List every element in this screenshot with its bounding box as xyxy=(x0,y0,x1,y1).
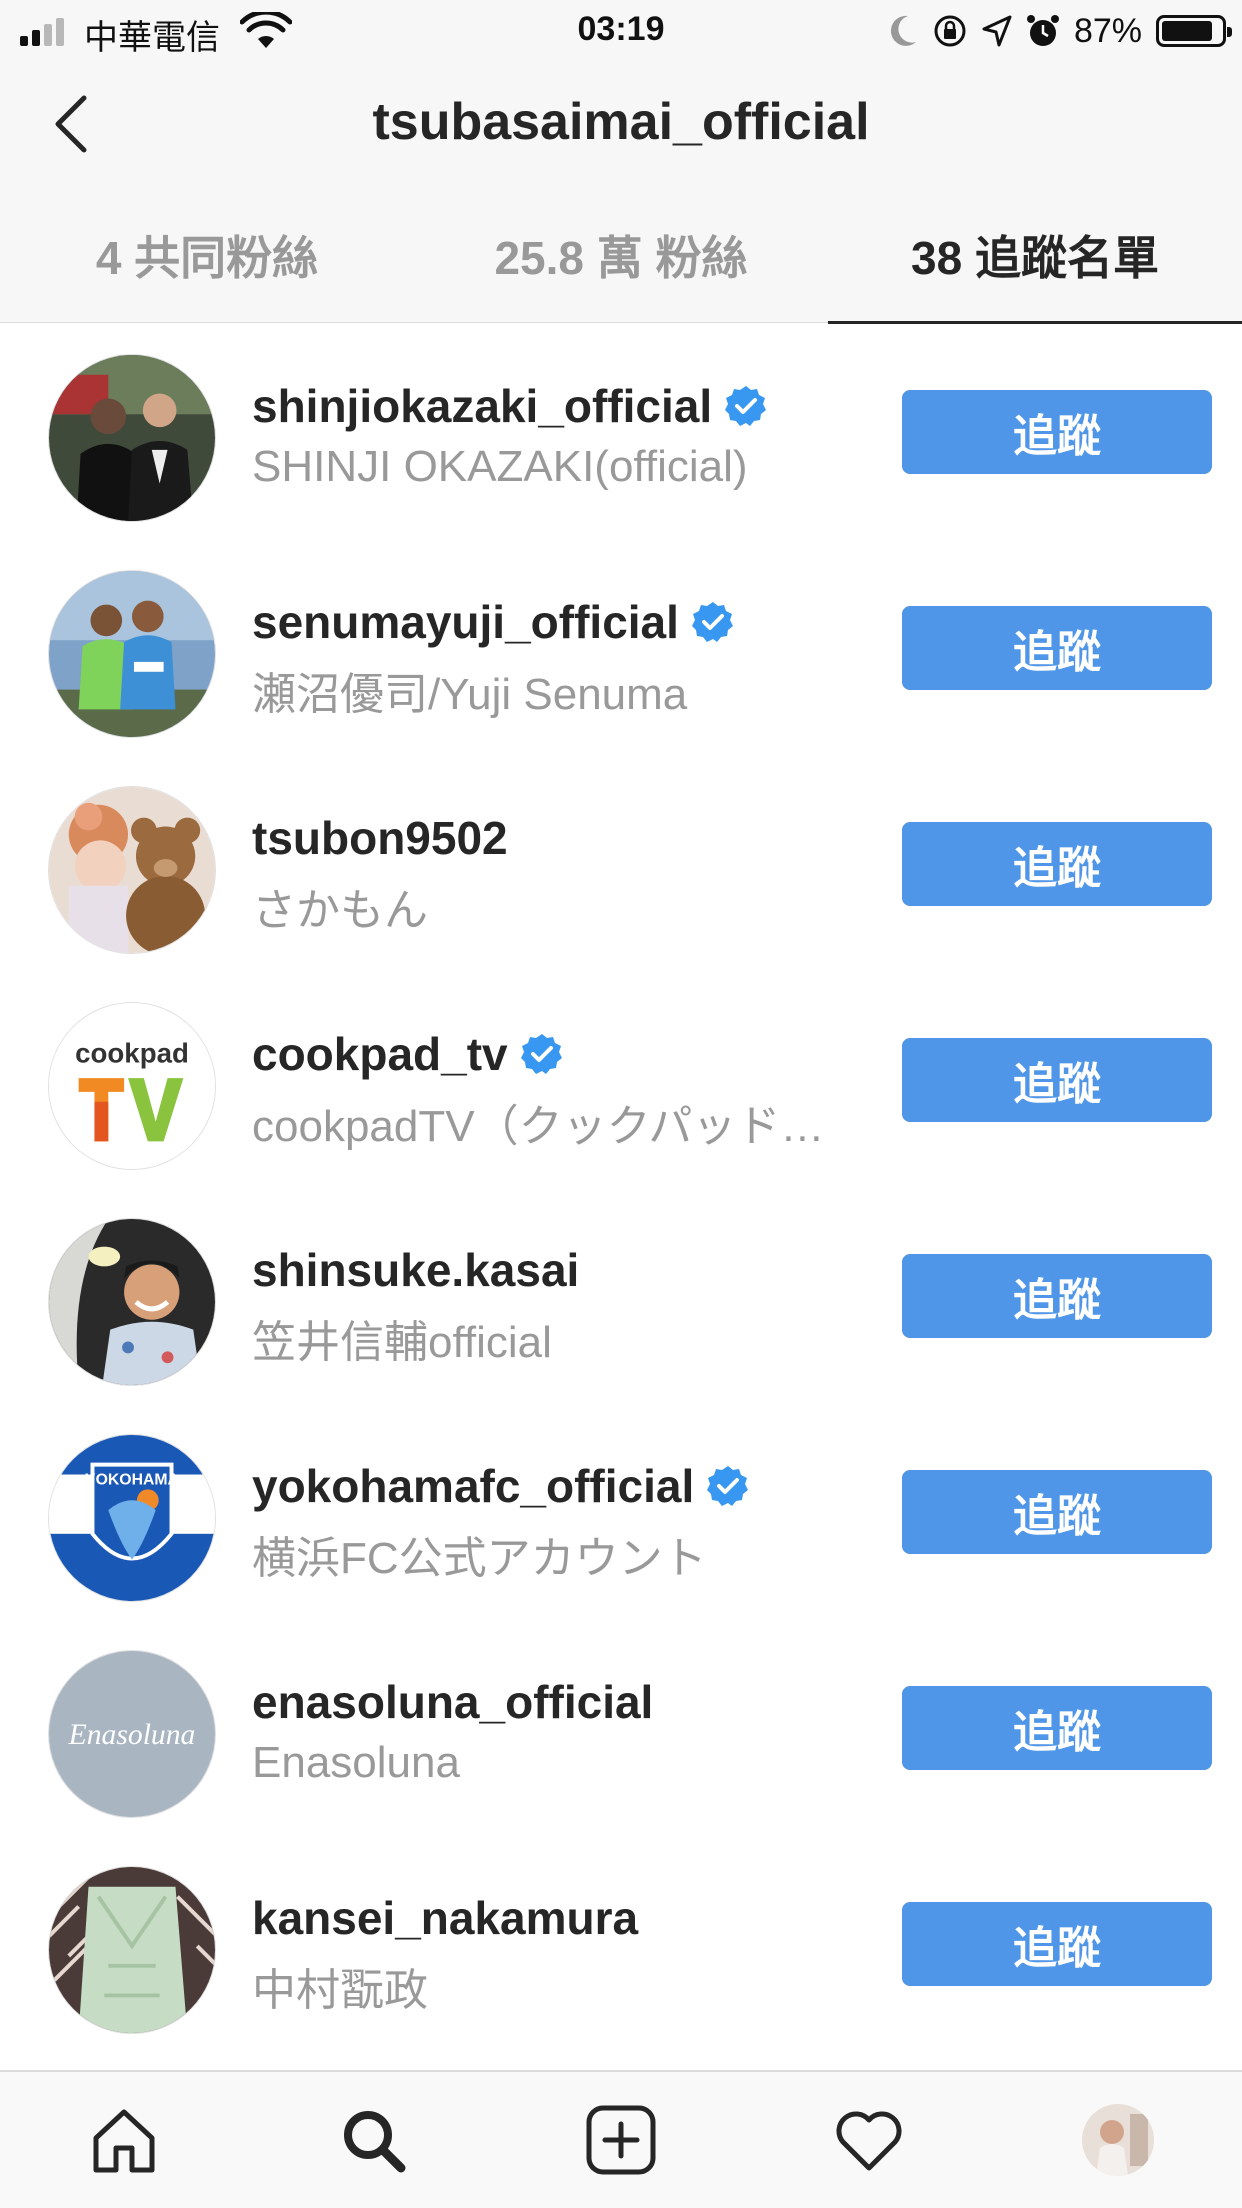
search-icon[interactable] xyxy=(337,2104,409,2176)
username-line: cookpad_tv xyxy=(252,1024,852,1084)
yokohama-logo-text: YOKOHAMA xyxy=(85,1471,179,1488)
user-info: yokohamafc_official 横浜FC公式アカウント xyxy=(252,1456,852,1586)
battery-percent: 87% xyxy=(1073,11,1142,50)
follow-button[interactable]: 追蹤 xyxy=(902,1038,1212,1122)
rotation-lock-icon xyxy=(934,15,966,47)
cookpad-logo-text: cookpad xyxy=(75,1037,189,1068)
app-screen: 中華電信 03:19 87% tsubasaimai_official 4 共同… xyxy=(0,0,1242,2208)
avatar[interactable] xyxy=(48,1866,216,2034)
follow-button[interactable]: 追蹤 xyxy=(902,1254,1212,1338)
follow-button[interactable]: 追蹤 xyxy=(902,390,1212,474)
display-name: さかもん xyxy=(252,886,428,935)
display-name: 横浜FC公式アカウント xyxy=(252,1534,707,1583)
tab-following[interactable]: 38 追蹤名單 xyxy=(828,187,1242,324)
follow-tabs: 4 共同粉絲 25.8 萬 粉絲 38 追蹤名單 xyxy=(0,187,1242,324)
avatar[interactable]: Enasoluna xyxy=(48,1650,216,1818)
bottom-tab-bar xyxy=(0,2070,1242,2208)
avatar[interactable] xyxy=(48,786,216,954)
list-item[interactable]: kansei_nakamura 中村翫政 追蹤 xyxy=(0,1836,1242,2052)
display-name: Enasoluna xyxy=(252,1738,460,1787)
tab-mutual-followers[interactable]: 4 共同粉絲 xyxy=(0,187,414,323)
list-item[interactable]: Enasoluna enasoluna_official Enasoluna 追… xyxy=(0,1620,1242,1836)
tab-followers[interactable]: 25.8 萬 粉絲 xyxy=(414,187,828,323)
display-name: SHINJI OKAZAKI(official) xyxy=(252,442,748,491)
avatar[interactable] xyxy=(48,354,216,522)
battery-level-fill xyxy=(1162,21,1213,41)
list-item[interactable]: shinjiokazaki_official SHINJI OKAZAKI(of… xyxy=(0,324,1242,540)
following-list: shinjiokazaki_official SHINJI OKAZAKI(of… xyxy=(0,324,1242,2052)
follow-button[interactable]: 追蹤 xyxy=(902,1686,1212,1770)
list-item[interactable]: senumayuji_official 瀬沼優司/Yuji Senuma 追蹤 xyxy=(0,540,1242,756)
tab-bar-home[interactable] xyxy=(0,2072,248,2208)
status-indicators: 87% xyxy=(888,8,1232,54)
heart-icon[interactable] xyxy=(833,2104,905,2176)
username[interactable]: shinjiokazaki_official xyxy=(252,379,712,433)
user-info: shinsuke.kasai 笠井信輔official xyxy=(252,1240,852,1370)
username[interactable]: senumayuji_official xyxy=(252,595,679,649)
page-title: tsubasaimai_official xyxy=(372,93,870,151)
display-name: 瀬沼優司/Yuji Senuma xyxy=(252,670,688,719)
username-line: shinjiokazaki_official xyxy=(252,376,852,436)
profile-avatar[interactable] xyxy=(1081,2104,1154,2176)
add-post-icon[interactable] xyxy=(585,2104,657,2176)
location-arrow-icon xyxy=(982,15,1012,47)
verified-badge-icon xyxy=(707,1466,749,1506)
user-info: kansei_nakamura 中村翫政 xyxy=(252,1888,852,2018)
display-name: 中村翫政 xyxy=(252,1966,428,2015)
user-info: cookpad_tv cookpadTV（クックパッド… xyxy=(252,1024,852,1154)
username[interactable]: enasoluna_official xyxy=(252,1675,653,1729)
follow-button[interactable]: 追蹤 xyxy=(902,822,1212,906)
battery-icon xyxy=(1156,15,1232,47)
list-item[interactable]: shinsuke.kasai 笠井信輔official 追蹤 xyxy=(0,1188,1242,1404)
display-name: cookpadTV（クックパッド… xyxy=(252,1102,825,1151)
user-info: senumayuji_official 瀬沼優司/Yuji Senuma xyxy=(252,592,852,722)
follow-button[interactable]: 追蹤 xyxy=(902,606,1212,690)
avatar[interactable]: YOKOHAMA xyxy=(48,1434,216,1602)
enasoluna-logo-text: Enasoluna xyxy=(68,1719,196,1751)
list-item[interactable]: YOKOHAMA yokohamafc_official 横浜FC公式アカウント… xyxy=(0,1404,1242,1620)
avatar[interactable]: cookpad xyxy=(48,1002,216,1170)
username-line: kansei_nakamura xyxy=(252,1888,852,1948)
list-item[interactable]: tsubon9502 さかもん 追蹤 xyxy=(0,756,1242,972)
tab-bar-activity[interactable] xyxy=(745,2072,993,2208)
username[interactable]: shinsuke.kasai xyxy=(252,1243,579,1297)
follow-button[interactable]: 追蹤 xyxy=(902,1902,1212,1986)
verified-badge-icon xyxy=(725,386,767,426)
alarm-icon xyxy=(1026,15,1059,46)
user-info: enasoluna_official Enasoluna xyxy=(252,1672,852,1788)
tab-bar-search[interactable] xyxy=(248,2072,496,2208)
avatar[interactable] xyxy=(48,1218,216,1386)
status-bar: 中華電信 03:19 87% xyxy=(0,0,1242,62)
username[interactable]: tsubon9502 xyxy=(252,811,508,865)
moon-icon xyxy=(890,15,916,46)
nav-header: tsubasaimai_official xyxy=(0,62,1242,187)
verified-badge-icon xyxy=(520,1034,562,1074)
username[interactable]: cookpad_tv xyxy=(252,1027,508,1081)
tab-bar-profile[interactable] xyxy=(994,2072,1242,2208)
home-icon[interactable] xyxy=(88,2104,160,2176)
user-info: shinjiokazaki_official SHINJI OKAZAKI(of… xyxy=(252,376,852,492)
avatar[interactable] xyxy=(48,570,216,738)
username[interactable]: kansei_nakamura xyxy=(252,1891,638,1945)
username[interactable]: yokohamafc_official xyxy=(252,1459,694,1513)
display-name: 笠井信輔official xyxy=(252,1318,552,1367)
tab-bar-add-post[interactable] xyxy=(497,2072,745,2208)
username-line: shinsuke.kasai xyxy=(252,1240,852,1300)
follow-button[interactable]: 追蹤 xyxy=(902,1470,1212,1554)
verified-badge-icon xyxy=(691,602,733,642)
list-item[interactable]: cookpad cookpad_tv cookpadTV（クックパッド… 追蹤 xyxy=(0,972,1242,1188)
username-line: enasoluna_official xyxy=(252,1672,852,1732)
user-info: tsubon9502 さかもん xyxy=(252,808,852,938)
username-line: tsubon9502 xyxy=(252,808,852,868)
username-line: yokohamafc_official xyxy=(252,1456,852,1516)
username-line: senumayuji_official xyxy=(252,592,852,652)
